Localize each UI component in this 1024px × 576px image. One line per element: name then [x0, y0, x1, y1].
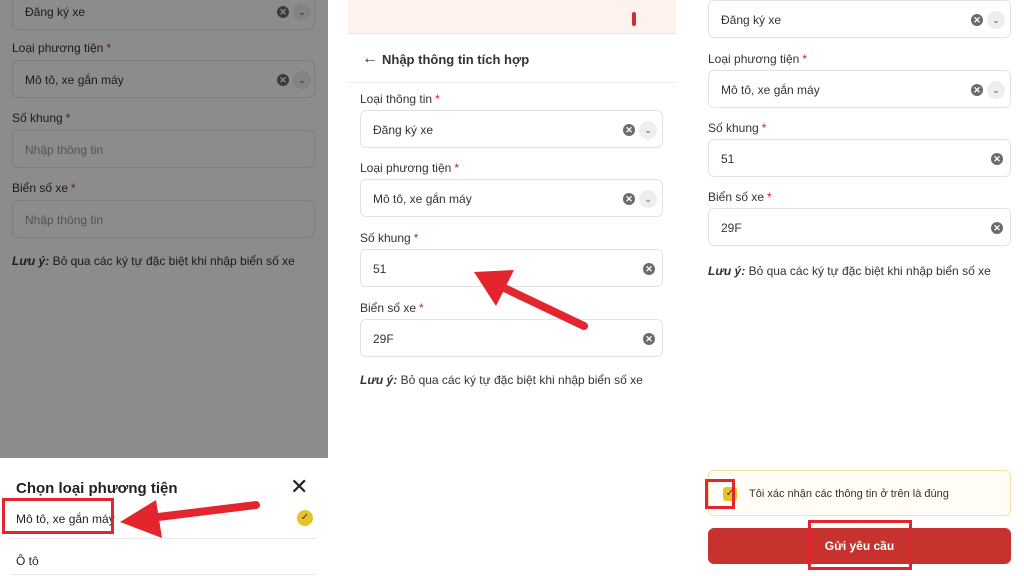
plate-note: Lưu ý: Bỏ qua các ký tự đặc biệt khi nhậ… [708, 264, 991, 278]
info-type-select[interactable]: Đăng ký xe ✕ ⌄ [708, 0, 1011, 38]
screenshot-composite: Đăng ký xe ✕ ⌄ Loại phương tiện * Mô tô, … [0, 0, 1024, 576]
plate-number-value: 29F [721, 221, 742, 235]
clear-icon[interactable]: ✕ [991, 222, 1003, 234]
annotation-arrow [474, 270, 588, 330]
plate-number-label: Biển số xe * [708, 190, 772, 204]
chevron-down-icon[interactable]: ⌄ [987, 81, 1005, 99]
vehicle-type-select[interactable]: Mô tô, xe gắn máy ✕ ⌄ [708, 70, 1011, 108]
clear-icon[interactable]: ✕ [971, 14, 983, 26]
confirm-text: Tôi xác nhận các thông tin ở trên là đún… [749, 488, 949, 500]
clear-icon[interactable]: ✕ [991, 153, 1003, 165]
info-type-value: Đăng ký xe [721, 13, 782, 27]
frame-number-label: Số khung * [708, 121, 767, 135]
panel-confirm-submit: Đăng ký xe ✕ ⌄ Loại phương tiện * Mô tô, … [696, 0, 1024, 576]
panel-integrated-info-form: ← Nhập thông tin tích hợp Loại thông tin… [348, 0, 676, 576]
vehicle-type-value: Mô tô, xe gắn máy [721, 83, 820, 97]
clear-icon[interactable]: ✕ [971, 84, 983, 96]
panel-vehicle-type-selection: Đăng ký xe ✕ ⌄ Loại phương tiện * Mô tô, … [0, 0, 328, 576]
confirm-card: ✓ Tôi xác nhận các thông tin ở trên là đ… [708, 470, 1011, 516]
vehicle-type-label: Loại phương tiện * [708, 52, 807, 66]
chevron-down-icon[interactable]: ⌄ [987, 11, 1005, 29]
highlight-box [808, 520, 912, 570]
frame-number-value: 51 [721, 152, 735, 166]
plate-number-input[interactable]: 29F ✕ [708, 208, 1011, 246]
frame-number-input[interactable]: 51 ✕ [708, 139, 1011, 177]
highlight-box [705, 479, 735, 509]
annotation-arrow [120, 500, 260, 538]
